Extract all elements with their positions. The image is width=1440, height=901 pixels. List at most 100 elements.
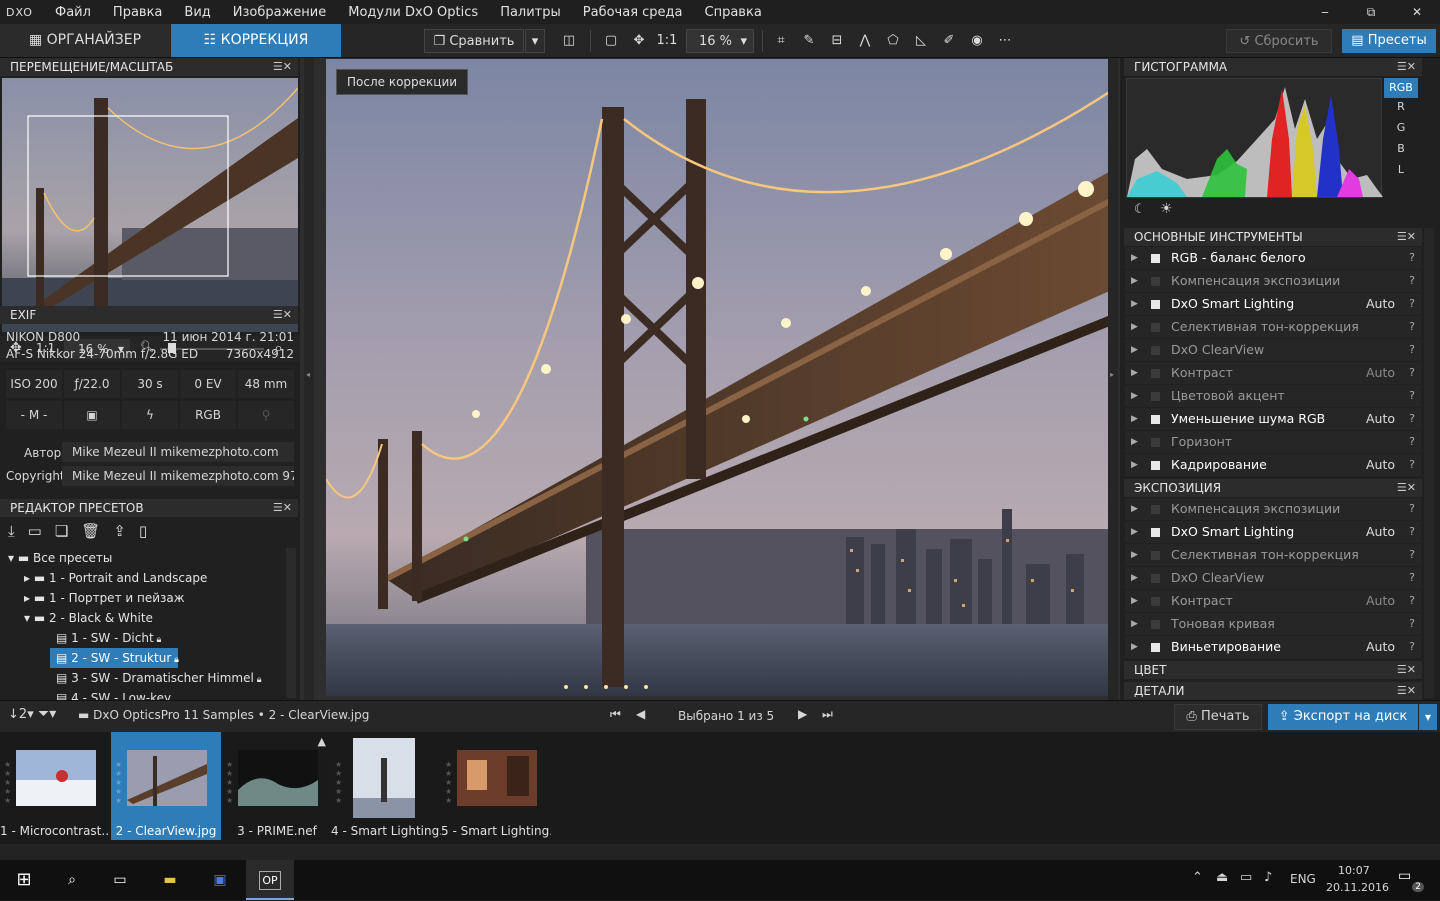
- input-language[interactable]: ENG: [1290, 872, 1316, 886]
- tool-toggle-checkbox[interactable]: [1151, 574, 1160, 583]
- author-field[interactable]: Mike Mezeul II mikemezphoto.com: [62, 442, 294, 462]
- film-thumb-5[interactable]: ★ ★ ★ ★ ★ 5 - Smart Lighting...: [441, 732, 551, 840]
- main-photo[interactable]: [326, 59, 1114, 696]
- tool-toggle-checkbox[interactable]: [1151, 300, 1160, 309]
- tool-toggle-checkbox[interactable]: [1151, 415, 1160, 424]
- help-icon[interactable]: ?: [1409, 521, 1415, 543]
- chevron-right-icon[interactable]: ▶: [1131, 498, 1138, 520]
- tool-toggle-checkbox[interactable]: [1151, 551, 1160, 560]
- compare-dropdown[interactable]: ▾: [525, 29, 545, 53]
- tool-row[interactable]: ▶ DxO ClearView?: [1125, 339, 1421, 361]
- tool-row[interactable]: ▶ DxO Smart Lighting Auto?: [1125, 521, 1421, 543]
- duplicate-preset-icon[interactable]: ❏: [55, 522, 81, 540]
- rating-stars[interactable]: ★ ★ ★ ★ ★: [226, 760, 234, 805]
- menu-palettes[interactable]: Палитры: [489, 5, 572, 20]
- rating-stars[interactable]: ★ ★ ★ ★ ★: [445, 760, 453, 805]
- tool-toggle-checkbox[interactable]: [1151, 369, 1160, 378]
- tool-row[interactable]: ▶ Виньетирование Auto?: [1125, 636, 1421, 658]
- tool-row[interactable]: ▶ Контраст Auto?: [1125, 590, 1421, 612]
- menu-help[interactable]: Справка: [694, 5, 773, 20]
- chevron-right-icon[interactable]: ▶: [1131, 636, 1138, 658]
- menu-file[interactable]: Файл: [44, 5, 102, 20]
- chevron-right-icon[interactable]: ▶: [1131, 247, 1138, 269]
- menu-workspace[interactable]: Рабочая среда: [572, 5, 694, 20]
- export-dropdown[interactable]: ▾: [1419, 704, 1437, 730]
- perspective-rect-button[interactable]: ⬠: [882, 29, 904, 53]
- film-thumb-3[interactable]: ★ ★ ★ ★ ★ ▲ 3 - PRIME.nef: [222, 732, 332, 840]
- zoom-1to1-button[interactable]: 1:1: [654, 29, 680, 53]
- histogram-channel-b[interactable]: B: [1384, 142, 1418, 155]
- chevron-right-icon[interactable]: ▶: [1131, 590, 1138, 612]
- chevron-right-icon[interactable]: ▶: [1131, 385, 1138, 407]
- task-view-button[interactable]: ▭: [96, 860, 144, 900]
- film-thumb-2-selected[interactable]: ★ ★ ★ ★ ★ 2 - ClearView.jpg: [111, 732, 221, 840]
- rating-stars[interactable]: ★ ★ ★ ★ ★: [115, 760, 123, 805]
- clock-time[interactable]: 10:07: [1338, 864, 1370, 877]
- chevron-up-icon[interactable]: ⌃: [1192, 870, 1203, 885]
- tool-toggle-checkbox[interactable]: [1151, 505, 1160, 514]
- tool-toggle-checkbox[interactable]: [1151, 254, 1160, 263]
- print-button[interactable]: ⎙ Печать: [1174, 704, 1262, 730]
- right-collapse-bar[interactable]: ▸: [1108, 58, 1118, 700]
- tree-item-preset[interactable]: ▤ 1 - SW - Dicht 🔒︎: [0, 628, 290, 648]
- tool-toggle-checkbox[interactable]: [1151, 438, 1160, 447]
- tree-item-all-presets[interactable]: ▾ ▬ Все пресеты: [0, 548, 290, 568]
- left-collapse-bar[interactable]: ◂: [304, 58, 314, 700]
- last-image-button[interactable]: ⏭: [822, 707, 833, 722]
- panel-menu-icon[interactable]: ☰✕: [1397, 479, 1416, 497]
- tool-row[interactable]: ▶ Уменьшение шума RGB Auto?: [1125, 408, 1421, 430]
- panel-menu-icon[interactable]: ☰✕: [1397, 228, 1416, 246]
- copyright-field[interactable]: Mike Mezeul II mikemezphoto.com 97: [62, 466, 294, 486]
- help-icon[interactable]: ?: [1409, 385, 1415, 407]
- chevron-right-icon[interactable]: ▶: [1131, 339, 1138, 361]
- tree-item-preset[interactable]: ▤ 4 - SW - Low-key: [0, 688, 290, 700]
- tree-item-folder[interactable]: ▾ ▬ 2 - Black & White: [0, 608, 290, 628]
- color-header[interactable]: ЦВЕТ ☰✕: [1124, 661, 1422, 679]
- rating-stars[interactable]: ★ ★ ★ ★ ★: [4, 760, 12, 805]
- eyedropper-button[interactable]: ✎: [798, 29, 820, 53]
- help-icon[interactable]: ?: [1409, 544, 1415, 566]
- right-panel-scrollbar[interactable]: [1424, 228, 1434, 698]
- help-icon[interactable]: ?: [1409, 636, 1415, 658]
- export-preset-icon[interactable]: ⇪: [113, 522, 139, 540]
- sort-button[interactable]: ↓2▾: [8, 707, 34, 722]
- tool-row[interactable]: ▶ Селективная тон-коррекция?: [1125, 544, 1421, 566]
- help-icon[interactable]: ?: [1409, 270, 1415, 292]
- chevron-right-icon[interactable]: ▶: [1131, 567, 1138, 589]
- chevron-right-icon[interactable]: ▶: [1131, 316, 1138, 338]
- presets-scrollbar[interactable]: [286, 548, 296, 698]
- tool-toggle-checkbox[interactable]: [1151, 461, 1160, 470]
- explorer-button[interactable]: ▬: [146, 860, 194, 900]
- chevron-right-icon[interactable]: ▶: [1131, 408, 1138, 430]
- menu-view[interactable]: Вид: [173, 5, 221, 20]
- film-thumb-4[interactable]: ★ ★ ★ ★ ★ 4 - Smart Lighting...: [331, 732, 441, 840]
- tool-row[interactable]: ▶ Селективная тон-коррекция?: [1125, 316, 1421, 338]
- filter-button[interactable]: ⏷▾: [38, 706, 56, 722]
- tree-item-folder[interactable]: ▸ ▬ 1 - Портрет и пейзаж: [0, 588, 290, 608]
- help-icon[interactable]: ?: [1409, 362, 1415, 384]
- new-preset-icon[interactable]: ▭: [28, 522, 55, 540]
- film-thumb-1[interactable]: ★ ★ ★ ★ ★ 1 - Microcontrast...: [0, 732, 110, 840]
- horizon-button[interactable]: ⊟: [826, 29, 848, 53]
- panel-menu-icon[interactable]: ☰✕: [273, 306, 292, 324]
- tool-toggle-checkbox[interactable]: [1151, 643, 1160, 652]
- next-image-button[interactable]: ▶: [798, 707, 807, 721]
- details-header[interactable]: ДЕТАЛИ ☰✕: [1124, 682, 1422, 700]
- tool-row[interactable]: ▶ DxO ClearView?: [1125, 567, 1421, 589]
- red-eye-button[interactable]: ◉: [966, 29, 988, 53]
- tool-toggle-checkbox[interactable]: [1151, 620, 1160, 629]
- action-center-button[interactable]: ▭ 2: [1398, 868, 1424, 892]
- help-icon[interactable]: ?: [1409, 431, 1415, 453]
- usb-icon[interactable]: ⏏: [1216, 870, 1228, 885]
- panel-menu-icon[interactable]: ☰✕: [1397, 58, 1416, 76]
- first-image-button[interactable]: ⏮: [610, 707, 621, 722]
- menu-image[interactable]: Изображение: [222, 5, 337, 20]
- tool-row[interactable]: ▶ Цветовой акцент?: [1125, 385, 1421, 407]
- tab-correction[interactable]: ☷ КОРРЕКЦИЯ: [171, 24, 341, 57]
- tool-toggle-checkbox[interactable]: [1151, 346, 1160, 355]
- panel-menu-icon[interactable]: ☰✕: [273, 58, 292, 76]
- chevron-right-icon[interactable]: ▶: [1131, 544, 1138, 566]
- help-icon[interactable]: ?: [1409, 498, 1415, 520]
- import-preset-icon[interactable]: ⤓: [8, 522, 28, 540]
- start-button[interactable]: ⊞: [0, 860, 48, 900]
